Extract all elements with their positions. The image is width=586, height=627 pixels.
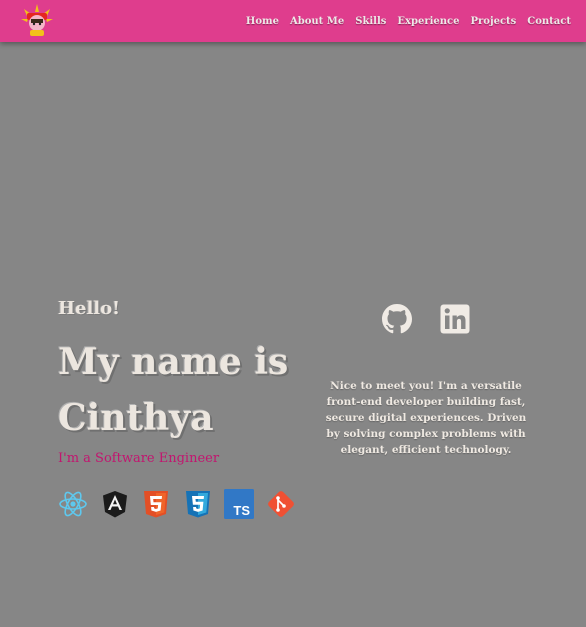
navbar: Home About Me Skills Experience Projects… (0, 0, 586, 42)
about-text: Nice to meet you! I'm a versatile front-… (325, 380, 527, 456)
tech-icon-row: TS (58, 489, 307, 519)
hero-greeting: Hello! (58, 298, 121, 319)
character-logo-icon[interactable] (18, 3, 56, 37)
css3-icon (185, 491, 210, 518)
react-icon (59, 491, 87, 517)
hero-role: I'm a Software Engineer (58, 451, 220, 466)
angular-icon (102, 491, 127, 518)
github-icon[interactable] (382, 303, 412, 335)
linkedin-icon[interactable] (440, 303, 470, 335)
svg-text:TS: TS (233, 503, 250, 518)
nav-link-projects[interactable]: Projects (471, 16, 517, 27)
hero-name: My name is Cinthya (58, 341, 289, 439)
nav-link-skills[interactable]: Skills (355, 16, 386, 27)
nav-link-experience[interactable]: Experience (397, 16, 459, 27)
git-icon (267, 491, 294, 517)
nav-link-about[interactable]: About Me (290, 16, 344, 27)
nav-link-contact[interactable]: Contact (527, 16, 571, 27)
typescript-icon: TS (224, 489, 254, 519)
html5-icon (144, 491, 168, 518)
nav-link-home[interactable]: Home (246, 16, 279, 27)
